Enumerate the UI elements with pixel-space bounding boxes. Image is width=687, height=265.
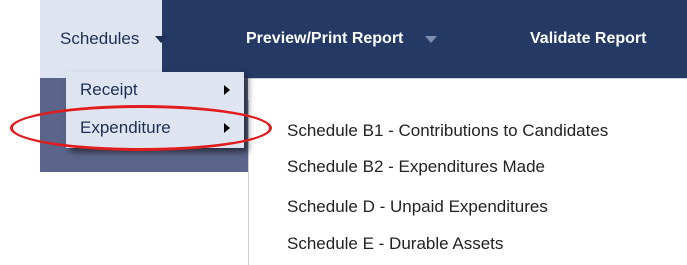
tab-preview-print-report[interactable]: Preview/Print Report xyxy=(246,0,438,78)
chevron-right-icon xyxy=(224,85,230,95)
tab-schedules-label: Schedules xyxy=(60,29,140,48)
submenu-item-schedule-b1[interactable]: Schedule B1 - Contributions to Candidate… xyxy=(287,121,608,141)
tab-preview-print-label: Preview/Print Report xyxy=(246,30,404,47)
menu-item-label: Receipt xyxy=(80,80,138,99)
chevron-down-icon xyxy=(155,35,168,43)
tab-validate-label: Validate Report xyxy=(530,30,647,47)
content-divider xyxy=(248,78,687,101)
menu-item-receipt[interactable]: Receipt xyxy=(66,74,244,106)
tab-validate-report[interactable]: Validate Report xyxy=(530,0,646,78)
submenu-item-schedule-d[interactable]: Schedule D - Unpaid Expenditures xyxy=(287,197,548,217)
tab-schedules[interactable]: Schedules xyxy=(40,0,168,78)
chevron-down-icon xyxy=(425,35,438,43)
top-navbar: Schedules Preview/Print Report Validate … xyxy=(40,0,687,78)
submenu-item-schedule-e[interactable]: Schedule E - Durable Assets xyxy=(287,234,503,254)
highlight-ellipse xyxy=(10,105,272,151)
submenu-item-schedule-b2[interactable]: Schedule B2 - Expenditures Made xyxy=(287,157,545,177)
